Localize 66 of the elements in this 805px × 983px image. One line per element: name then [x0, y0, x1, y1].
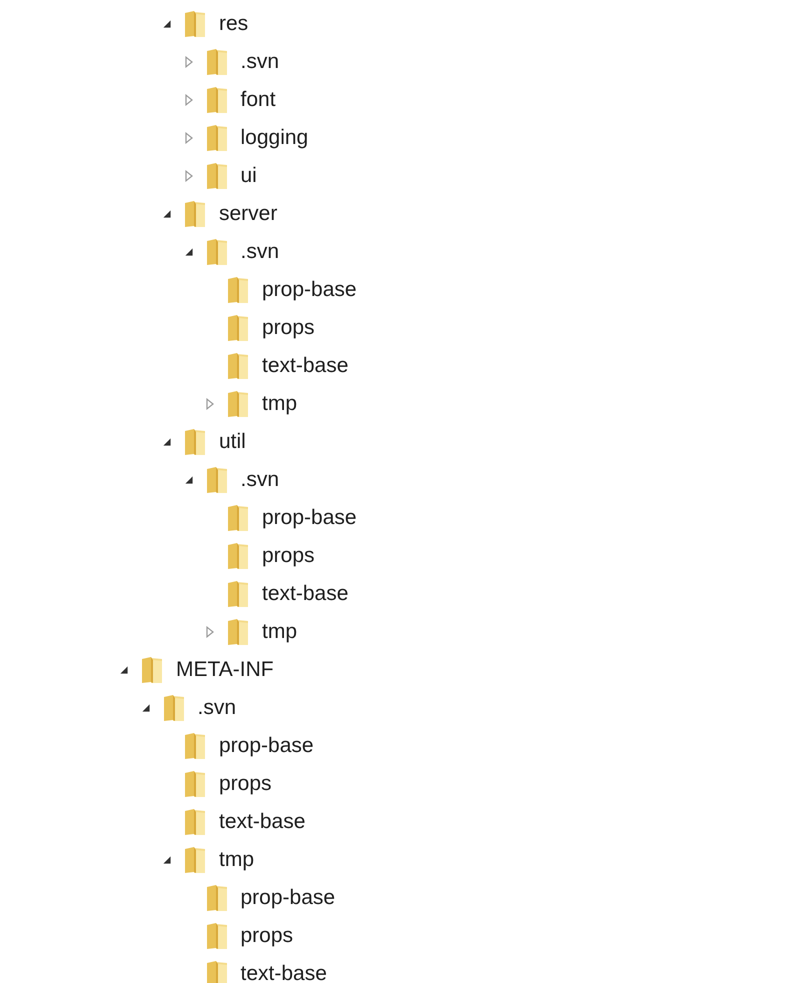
- folder-name[interactable]: res: [219, 12, 248, 36]
- folder-icon: [204, 466, 228, 494]
- folder-icon: [183, 732, 207, 760]
- collapsed-arrow-icon[interactable]: [182, 132, 194, 144]
- expanded-arrow-icon[interactable]: [182, 474, 194, 486]
- folder-name[interactable]: ui: [240, 164, 257, 188]
- folder-name[interactable]: prop-base: [219, 734, 314, 758]
- folder-icon: [204, 960, 228, 983]
- collapsed-arrow-icon[interactable]: [204, 626, 216, 638]
- folder-icon: [183, 846, 207, 874]
- expanded-arrow-icon[interactable]: [140, 702, 152, 714]
- folder-icon: [226, 314, 250, 342]
- folder-icon: [183, 808, 207, 836]
- folder-name[interactable]: .svn: [240, 240, 280, 264]
- collapsed-arrow-icon[interactable]: [204, 398, 216, 410]
- expanded-arrow-icon[interactable]: [161, 208, 173, 220]
- expanded-arrow-icon[interactable]: [161, 436, 173, 448]
- folder-name[interactable]: .svn: [198, 696, 236, 720]
- folder-icon: [204, 922, 228, 950]
- folder-icon: [226, 390, 250, 418]
- folder-icon: [226, 504, 250, 532]
- folder-icon: [162, 694, 186, 722]
- folder-icon: [226, 276, 250, 304]
- folder-name[interactable]: text-base: [262, 582, 348, 606]
- folder-name[interactable]: tmp: [262, 620, 298, 644]
- folder-name[interactable]: util: [219, 430, 246, 454]
- folder-icon: [226, 352, 250, 380]
- folder-name[interactable]: props: [219, 772, 272, 796]
- folder-name[interactable]: META-INF: [176, 658, 274, 682]
- folder-name[interactable]: tmp: [219, 848, 254, 872]
- folder-icon: [226, 580, 250, 608]
- folder-icon: [204, 48, 228, 76]
- expanded-arrow-icon[interactable]: [161, 854, 173, 866]
- folder-name[interactable]: server: [219, 202, 278, 226]
- folder-name[interactable]: font: [240, 88, 276, 112]
- folder-icon: [204, 238, 228, 266]
- folder-name[interactable]: .svn: [240, 468, 280, 492]
- folder-icon: [226, 618, 250, 646]
- expanded-arrow-icon[interactable]: [161, 18, 173, 30]
- collapsed-arrow-icon[interactable]: [182, 170, 194, 182]
- folder-name[interactable]: prop-base: [262, 278, 357, 302]
- folder-name[interactable]: logging: [240, 126, 308, 150]
- collapsed-arrow-icon[interactable]: [182, 56, 194, 68]
- folder-name[interactable]: text-base: [262, 354, 348, 378]
- folder-icon: [183, 770, 207, 798]
- folder-icon: [204, 86, 228, 114]
- folder-icon: [204, 162, 228, 190]
- folder-name[interactable]: text-base: [219, 810, 306, 834]
- folder-icon: [204, 124, 228, 152]
- folder-name[interactable]: prop-base: [240, 886, 336, 910]
- folder-icon: [204, 884, 228, 912]
- folder-icon: [140, 656, 164, 684]
- folder-name[interactable]: props: [240, 924, 294, 948]
- folder-name[interactable]: props: [262, 316, 315, 340]
- folder-name[interactable]: props: [262, 544, 315, 568]
- folder-icon: [183, 10, 207, 38]
- folder-icon: [226, 542, 250, 570]
- folder-name[interactable]: .svn: [240, 50, 280, 74]
- folder-name[interactable]: tmp: [262, 392, 298, 416]
- folder-name[interactable]: text-base: [240, 962, 327, 983]
- expanded-arrow-icon[interactable]: [118, 664, 130, 676]
- expanded-arrow-icon[interactable]: [182, 246, 194, 258]
- folder-icon: [183, 200, 207, 228]
- collapsed-arrow-icon[interactable]: [182, 94, 194, 106]
- folder-icon: [183, 428, 207, 456]
- folder-name[interactable]: prop-base: [262, 506, 357, 530]
